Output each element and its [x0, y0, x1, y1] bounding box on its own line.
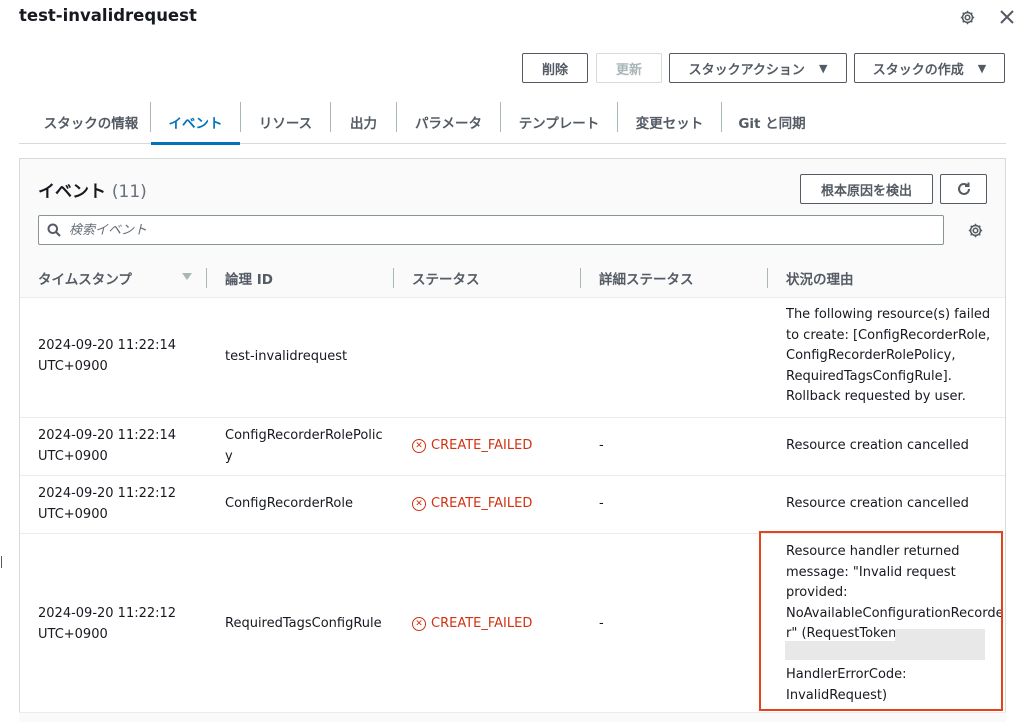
- timestamp-cell: 2024-09-20 11:22:14 UTC+0900: [38, 426, 176, 467]
- tab-git-sync[interactable]: Git と同期: [722, 100, 822, 144]
- status-label: CREATE_FAILED: [431, 616, 533, 631]
- timestamp-timezone: UTC+0900: [38, 506, 108, 522]
- detail-status-cell: -: [599, 496, 604, 511]
- tab-events[interactable]: イベント: [151, 100, 240, 145]
- reason-cell: Resource creation cancelled: [786, 438, 969, 453]
- status-cell: ✕ CREATE_FAILED: [412, 614, 532, 635]
- delete-button[interactable]: 削除: [522, 53, 588, 83]
- timestamp-timezone: UTC+0900: [38, 448, 108, 464]
- caret-down-icon: ▼: [977, 61, 987, 75]
- logical-id-cell: test-invalidrequest: [225, 349, 348, 364]
- column-divider[interactable]: [393, 268, 394, 288]
- update-button[interactable]: 更新: [596, 53, 662, 83]
- logical-id-cell: ConfigRecorderRole: [225, 496, 353, 511]
- column-divider[interactable]: [767, 268, 768, 288]
- timestamp-date: 2024-09-20 11:22:14: [38, 428, 177, 443]
- search-icon: [47, 223, 61, 237]
- table-row: 2024-09-20 11:22:14 UTC+0900 test-invali…: [20, 297, 1005, 417]
- logical-id-line: ConfigRecorderRolePolic: [225, 428, 383, 443]
- column-header-logical-id[interactable]: 論理 ID: [225, 259, 273, 297]
- timestamp-date: 2024-09-20 11:22:12: [38, 486, 177, 501]
- preferences-gear-icon[interactable]: [965, 220, 985, 240]
- search-input[interactable]: [69, 222, 919, 238]
- column-divider[interactable]: [206, 268, 207, 288]
- next-row-edge: [19, 712, 1006, 722]
- timestamp-timezone: UTC+0900: [38, 626, 108, 642]
- tab-parameters[interactable]: パラメータ: [397, 100, 500, 144]
- column-header-timestamp[interactable]: タイムスタンプ: [38, 259, 132, 297]
- tab-outputs[interactable]: 出力: [331, 100, 396, 144]
- delete-button-label: 削除: [541, 62, 568, 78]
- status-label: CREATE_FAILED: [431, 496, 533, 511]
- stack-actions-label: スタックアクション: [688, 62, 805, 78]
- reason-cell: The following resource(s) failed to crea…: [786, 305, 990, 408]
- edge-marker: [1, 556, 2, 568]
- search-field[interactable]: [38, 215, 944, 245]
- gear-icon[interactable]: [957, 7, 977, 27]
- sort-descending-icon[interactable]: [182, 273, 192, 280]
- highlight-box: [759, 531, 1003, 711]
- error-circle-icon: ✕: [412, 617, 426, 632]
- detect-root-cause-button[interactable]: 根本原因を検出: [800, 174, 933, 204]
- reason-cell: Resource creation cancelled: [786, 496, 969, 511]
- tab-bar: スタックの情報 イベント リソース 出力 パラメータ テンプレート 変更セット …: [19, 100, 1006, 145]
- error-circle-icon: ✕: [412, 439, 426, 454]
- logical-id-cell: RequiredTagsConfigRule: [225, 616, 382, 631]
- stack-actions-button[interactable]: スタックアクション ▼: [669, 53, 847, 83]
- caret-down-icon: ▼: [818, 61, 828, 75]
- reason-line: The following resource(s) failed: [786, 307, 991, 322]
- timestamp-timezone: UTC+0900: [38, 358, 108, 374]
- column-divider[interactable]: [580, 268, 581, 288]
- reason-line: to create: [ConfigRecorderRole,: [786, 327, 991, 343]
- timestamp-cell: 2024-09-20 11:22:12 UTC+0900: [38, 604, 176, 645]
- events-count: (11): [111, 182, 147, 202]
- events-title: イベント: [38, 182, 106, 202]
- column-header-detail-status[interactable]: 詳細ステータス: [599, 259, 694, 297]
- status-label: CREATE_FAILED: [431, 438, 533, 453]
- timestamp-cell: 2024-09-20 11:22:14 UTC+0900: [38, 336, 176, 377]
- table-row: 2024-09-20 11:22:14 UTC+0900 ConfigRecor…: [20, 417, 1005, 475]
- column-header-status[interactable]: ステータス: [412, 259, 480, 297]
- timestamp-date: 2024-09-20 11:22:14: [38, 338, 177, 353]
- create-stack-button[interactable]: スタックの作成 ▼: [854, 53, 1005, 83]
- refresh-icon: [957, 182, 970, 195]
- error-circle-icon: ✕: [412, 497, 426, 512]
- table-row: 2024-09-20 11:22:12 UTC+0900 ConfigRecor…: [20, 475, 1005, 533]
- reason-line: Rollback requested by user.: [786, 389, 966, 404]
- panel-title: イベント (11): [38, 177, 147, 202]
- reason-line: ConfigRecorderRolePolicy,: [786, 348, 956, 363]
- logical-id-line: y: [225, 448, 233, 464]
- close-icon[interactable]: [997, 7, 1017, 27]
- tab-stack-info[interactable]: スタックの情報: [31, 100, 151, 144]
- create-stack-label: スタックの作成: [872, 62, 964, 78]
- tab-change-sets[interactable]: 変更セット: [618, 100, 721, 144]
- timestamp-cell: 2024-09-20 11:22:12 UTC+0900: [38, 484, 176, 525]
- tab-resources[interactable]: リソース: [241, 100, 330, 144]
- tab-template[interactable]: テンプレート: [501, 100, 617, 144]
- detail-status-cell: -: [599, 438, 604, 453]
- column-header-reason[interactable]: 状況の理由: [786, 259, 854, 297]
- refresh-button[interactable]: [940, 174, 987, 204]
- timestamp-date: 2024-09-20 11:22:12: [38, 606, 177, 621]
- logical-id-cell: ConfigRecorderRolePolic y: [225, 426, 383, 467]
- status-cell: ✕ CREATE_FAILED: [412, 436, 532, 457]
- update-button-label: 更新: [615, 62, 642, 78]
- detail-status-cell: -: [599, 616, 604, 631]
- status-cell: ✕ CREATE_FAILED: [412, 494, 532, 515]
- page-title: test-invalidrequest: [19, 6, 197, 25]
- reason-line: RequiredTagsConfigRule].: [786, 368, 952, 384]
